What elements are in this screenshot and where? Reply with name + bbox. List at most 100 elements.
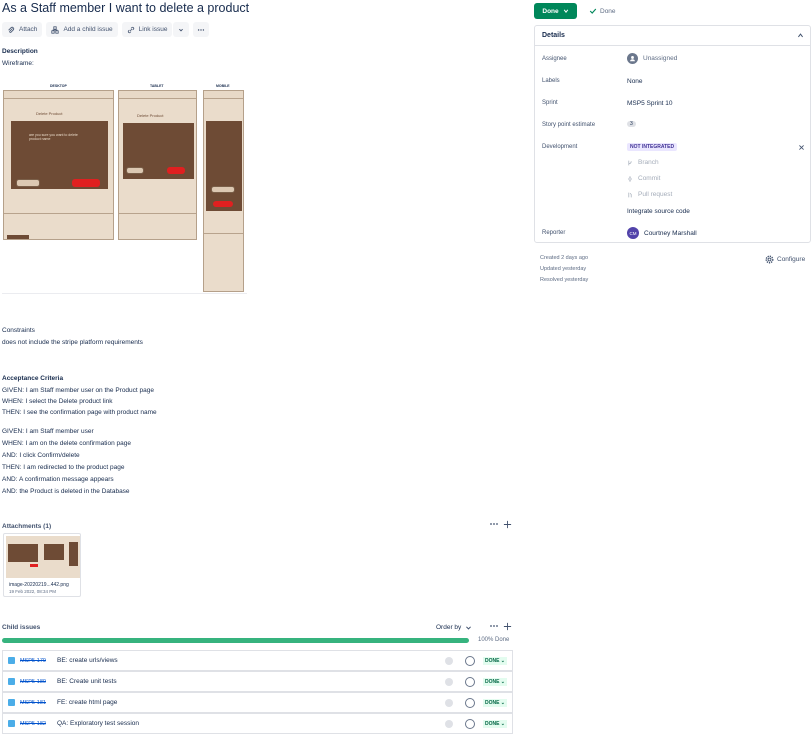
dev-commit-label: Commit	[638, 175, 661, 182]
attachment-thumbnail	[6, 536, 80, 578]
branch-icon	[628, 160, 632, 165]
wf-label-tablet: TABLET	[150, 84, 164, 88]
ac-line: GIVEN: I am Staff member user on the Pro…	[2, 387, 154, 394]
ellipsis-icon	[490, 625, 498, 627]
progress-text: 100% Done	[478, 637, 510, 643]
order-by-dropdown[interactable]: Order by	[436, 624, 472, 631]
details-heading: Details	[542, 32, 565, 39]
child-issue-status[interactable]: DONE ⌄	[482, 656, 507, 665]
more-actions-button[interactable]	[193, 22, 210, 37]
priority-icon	[444, 656, 453, 665]
add-child-issue-plus[interactable]	[503, 622, 512, 633]
add-child-label: Add a child issue	[63, 26, 113, 33]
assignee-label: Assignee	[542, 56, 567, 62]
issue-title[interactable]: As a Staff member I want to delete a pro…	[2, 1, 249, 15]
child-issues-heading: Child issues	[2, 624, 41, 631]
chevron-down-icon	[563, 9, 568, 13]
chevron-down-icon	[179, 28, 184, 31]
commit-icon	[628, 175, 632, 182]
wireframe-desktop[interactable]: Delete Product are you sure you want to …	[3, 90, 114, 240]
child-issue-key[interactable]: MSP5-182	[20, 721, 54, 727]
assignee-field[interactable]: Unassigned	[627, 53, 677, 64]
wf-dialog	[206, 121, 242, 211]
check-icon	[589, 8, 597, 14]
labels-value[interactable]: None	[627, 78, 643, 85]
child-issue-key[interactable]: MSP5-181	[20, 700, 54, 706]
wireframe-label[interactable]: Wireframe:	[2, 60, 34, 67]
wf-yes-button	[213, 201, 233, 207]
subtask-icon	[8, 699, 15, 706]
reporter-avatar: CM	[627, 227, 639, 239]
chevron-up-icon	[798, 33, 803, 38]
status-label: Done	[542, 7, 559, 15]
child-issue-row[interactable]: MSP5-180 BE: Create unit tests DONE ⌄	[2, 671, 513, 692]
child-issue-row[interactable]: MSP5-182 QA: Exploratory test session DONE…	[2, 713, 513, 734]
ac-line: WHEN: I select the Delete product link	[2, 398, 113, 405]
reporter-field[interactable]: CM Courtney Marshall	[627, 227, 697, 239]
wireframe-mobile[interactable]	[203, 90, 244, 292]
child-issue-status[interactable]: DONE ⌄	[482, 719, 507, 728]
wf-yes-button	[167, 167, 185, 174]
constraints-heading: Constraints	[2, 327, 35, 334]
description-heading: Description	[2, 48, 38, 55]
plus-icon	[503, 520, 512, 529]
integrate-source-code-link[interactable]: Integrate source code	[627, 208, 690, 215]
child-issue-summary[interactable]: BE: create urls/views	[57, 657, 445, 664]
sprint-value[interactable]: MSP5 Sprint 10	[627, 100, 673, 107]
assignee-avatar-icon[interactable]	[464, 718, 475, 729]
child-issue-summary[interactable]: FE: create html page	[57, 699, 445, 706]
wireframe-tablet[interactable]: Delete Product	[118, 90, 197, 240]
child-issue-status[interactable]: DONE ⌄	[482, 677, 507, 686]
child-issue-summary[interactable]: BE: Create unit tests	[57, 678, 445, 685]
dev-pull-request[interactable]: Pull request	[627, 191, 672, 198]
wf-title: Delete Product	[137, 113, 164, 118]
development-badge-wrap: NOT INTEGRATED	[627, 143, 678, 151]
status-button[interactable]: Done	[534, 3, 577, 19]
subtask-icon	[8, 720, 15, 727]
ellipsis-icon	[490, 523, 498, 525]
wf-label-desktop: DESKTOP	[50, 84, 67, 88]
attachments-heading[interactable]: Attachments (1)	[2, 523, 51, 530]
child-issue-key[interactable]: MSP5-179	[20, 658, 54, 664]
configure-button[interactable]: Configure	[765, 255, 805, 264]
child-issue-status-label: DONE	[484, 720, 500, 727]
child-issue-summary[interactable]: QA: Exploratory test session	[57, 720, 445, 727]
attachments-more-button[interactable]	[489, 520, 499, 530]
assignee-avatar-icon[interactable]	[464, 655, 475, 666]
plus-icon	[503, 622, 512, 631]
add-attachment-button[interactable]	[503, 520, 512, 531]
child-issue-status-label: DONE	[484, 657, 500, 664]
ac-line: GIVEN: I am Staff member user	[2, 428, 94, 435]
wf-footer	[204, 233, 243, 291]
resolution-label: Done	[600, 7, 616, 15]
development-label: Development	[542, 144, 578, 150]
close-icon[interactable]	[798, 144, 805, 151]
link-issue-label: Link issue	[138, 26, 168, 33]
link-issue-dropdown[interactable]	[173, 22, 190, 37]
child-issues-more-button[interactable]	[489, 622, 499, 632]
reporter-label: Reporter	[542, 230, 566, 236]
link-issue-button[interactable]: Link issue	[121, 22, 173, 37]
ac-line: THEN: I see the confirmation page with p…	[2, 409, 157, 416]
attachment-card[interactable]: image-20220219...442.png 19 Feb 2022, 08…	[3, 533, 81, 597]
child-issue-status[interactable]: DONE ⌄	[482, 698, 507, 707]
assignee-avatar-icon[interactable]	[464, 697, 475, 708]
attach-label: Attach	[19, 26, 38, 33]
ac-line: THEN: I am redirected to the product pag…	[2, 464, 125, 471]
wf-navbar	[204, 91, 243, 99]
child-issue-row[interactable]: MSP5-179 BE: create urls/views DONE ⌄	[2, 650, 513, 671]
attach-button[interactable]: Attach	[2, 22, 43, 37]
resolution: Done	[589, 7, 616, 15]
dev-commit[interactable]: Commit	[627, 175, 660, 182]
add-child-issue-button[interactable]: Add a child issue	[46, 22, 118, 37]
details-header[interactable]: Details	[535, 26, 810, 46]
resolved-text: Resolved yesterday	[540, 277, 589, 283]
story-points-value: 3	[627, 121, 636, 127]
child-issue-row[interactable]: MSP5-181 FE: create html page DONE ⌄	[2, 692, 513, 713]
child-issue-key[interactable]: MSP5-180	[20, 679, 54, 685]
ac-line: AND: the Product is deleted in the Datab…	[2, 488, 130, 495]
story-points-field[interactable]: 3	[627, 121, 636, 127]
assignee-avatar-icon[interactable]	[464, 676, 475, 687]
dev-branch[interactable]: Branch	[627, 159, 659, 166]
link-icon	[127, 26, 134, 33]
